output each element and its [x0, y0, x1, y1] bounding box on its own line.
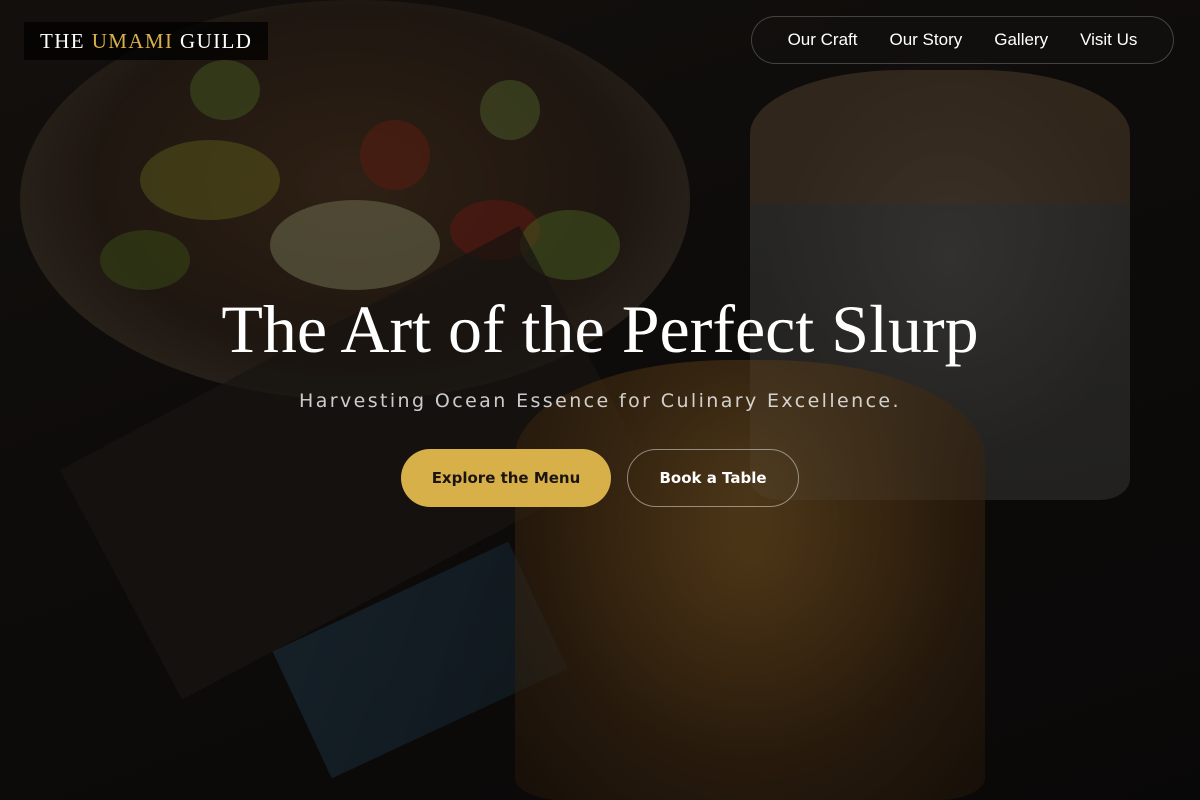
nav-link-gallery[interactable]: Gallery [994, 30, 1048, 50]
hero-title: The Art of the Perfect Slurp [221, 291, 979, 367]
brand-highlight: UMAMI [91, 28, 174, 53]
book-table-button[interactable]: Book a Table [627, 449, 799, 507]
nav-link-our-story[interactable]: Our Story [889, 30, 962, 50]
hero-subtitle: Harvesting Ocean Essence for Culinary Ex… [299, 390, 901, 412]
brand-prefix: THE [40, 28, 86, 53]
hero-section: THE UMAMI GUILD Our Craft Our Story Gall… [0, 0, 1200, 800]
main-nav: Our Craft Our Story Gallery Visit Us [751, 16, 1174, 64]
nav-link-visit-us[interactable]: Visit Us [1080, 30, 1137, 50]
brand-logo[interactable]: THE UMAMI GUILD [24, 22, 269, 60]
brand-suffix: GUILD [180, 28, 253, 53]
explore-menu-button[interactable]: Explore the Menu [401, 449, 611, 507]
nav-link-our-craft[interactable]: Our Craft [788, 30, 858, 50]
